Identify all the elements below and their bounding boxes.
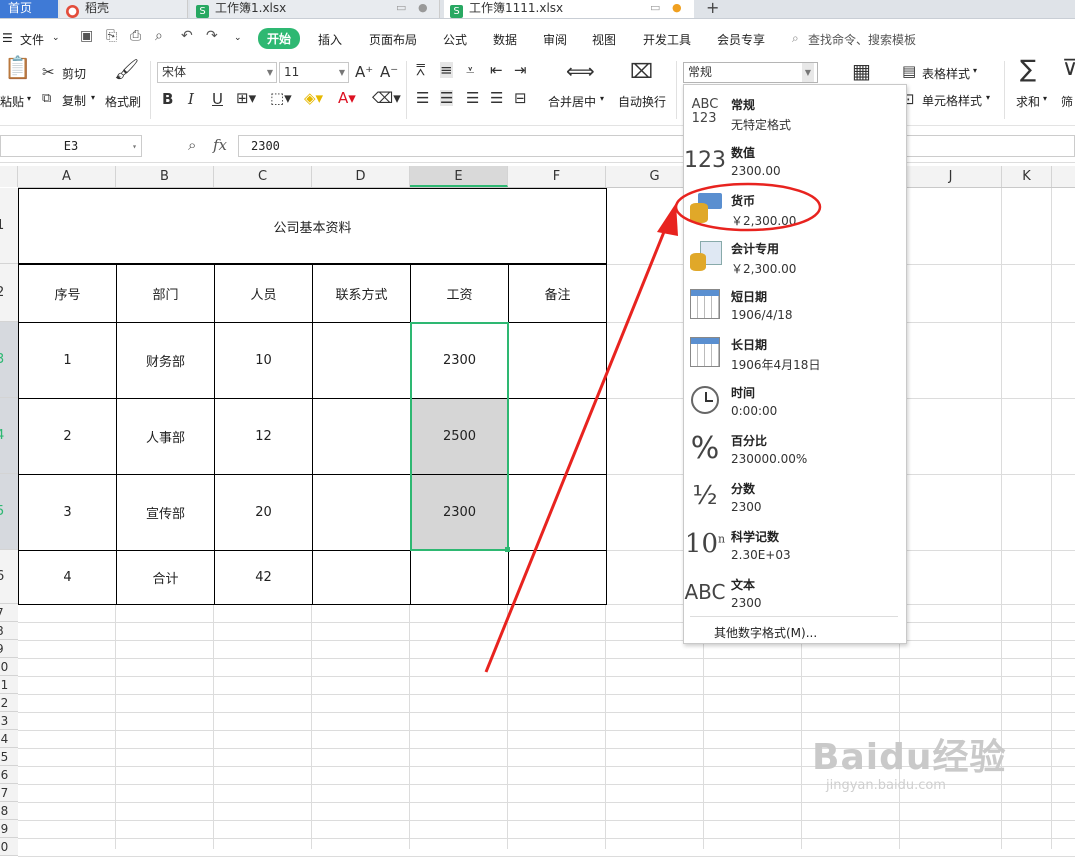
- number-format-dropdown: ABC 123 常规 无特定格式 123 数值 2300.00 货币 ￥2,300.00 会计专用…: [683, 84, 907, 644]
- scientific-icon: 10n: [684, 529, 726, 559]
- menu-divider: [690, 616, 898, 617]
- annotation-overlay: [484, 203, 678, 673]
- number-format-option-name: 百分比: [731, 434, 768, 448]
- number-format-option-name: 科学记数: [731, 530, 780, 544]
- number-format-option-example: 2300.00: [731, 164, 781, 178]
- number-format-option-name: 数值: [731, 146, 756, 160]
- number-format-option-name: 会计专用: [731, 242, 780, 256]
- percent-icon: %: [690, 430, 720, 466]
- number-format-option-name: 长日期: [731, 338, 768, 352]
- number-format-option[interactable]: ½ 分数 2300: [684, 472, 904, 520]
- baidu-watermark: Baidu经验: [812, 737, 1007, 778]
- number-format-option-name: 文本: [731, 578, 756, 592]
- number-format-option[interactable]: 短日期 1906/4/18: [684, 280, 904, 328]
- number-format-option[interactable]: 10n 科学记数 2.30E+03: [684, 520, 904, 568]
- number-format-option[interactable]: 长日期 1906年4月18日: [684, 328, 904, 376]
- number-format-option[interactable]: 时间 0:00:00: [684, 376, 904, 424]
- number-format-option-example: 1906/4/18: [731, 308, 793, 322]
- number-format-option[interactable]: ABC 123 常规无特定格式: [684, 88, 904, 136]
- accounting-icon: [688, 239, 722, 273]
- annotation-arrow-line: [484, 221, 670, 673]
- number-format-option-name: 常规: [731, 98, 756, 112]
- number-icon: 123: [684, 147, 726, 173]
- number-format-option-example: ￥2,300.00: [731, 262, 797, 276]
- clock-icon: [688, 383, 722, 417]
- number-format-option-name: 短日期: [731, 290, 768, 304]
- fraction-icon: ½: [692, 481, 718, 511]
- calendar-icon: [688, 335, 722, 369]
- number-format-option[interactable]: 会计专用 ￥2,300.00: [684, 232, 904, 280]
- number-format-option-example: 2300: [731, 596, 762, 610]
- number-format-option-example: 230000.00%: [731, 452, 808, 466]
- number-format-option-example: 2300: [731, 500, 762, 514]
- number-format-option[interactable]: 123 数值 2300.00: [684, 136, 904, 184]
- number-format-option-name: 分数: [731, 482, 756, 496]
- number-format-option-example: 1906年4月18日: [731, 358, 821, 372]
- more-number-formats[interactable]: 其他数字格式(M)...: [714, 624, 817, 641]
- annotation-circle: [674, 182, 822, 232]
- number-format-option-example: 2.30E+03: [731, 548, 791, 562]
- calendar-icon: [688, 287, 722, 321]
- text-icon: ABC: [684, 580, 726, 604]
- number-format-option-example: 0:00:00: [731, 404, 778, 418]
- number-format-option[interactable]: % 百分比 230000.00%: [684, 424, 904, 472]
- number-format-option-example: 无特定格式: [731, 118, 792, 132]
- general-icon: ABC 123: [691, 97, 719, 126]
- number-format-option[interactable]: ABC 文本 2300: [684, 568, 904, 616]
- baidu-watermark-url: jingyan.baidu.com: [826, 778, 946, 793]
- number-format-option-name: 时间: [731, 386, 756, 400]
